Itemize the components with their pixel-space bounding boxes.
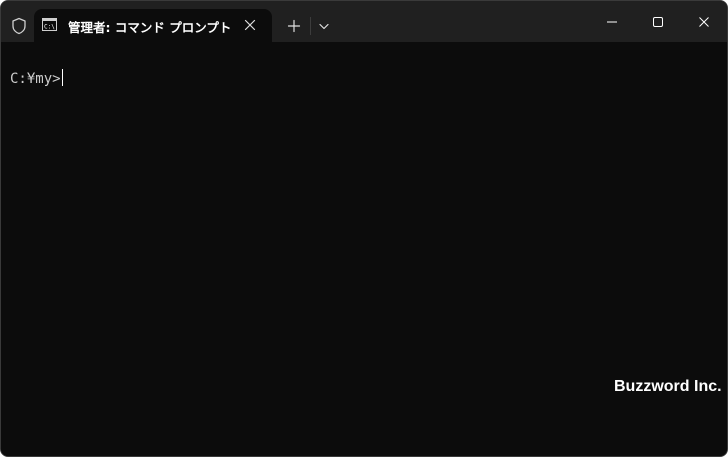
title-bar[interactable]: C:\ 管理者: コマンド プロンプト bbox=[1, 1, 727, 42]
svg-text:C:\: C:\ bbox=[44, 24, 55, 31]
minimize-icon bbox=[607, 21, 617, 23]
prompt-text: C:¥my> bbox=[10, 71, 61, 87]
close-icon bbox=[699, 17, 709, 27]
tab-command-prompt[interactable]: C:\ 管理者: コマンド プロンプト bbox=[34, 9, 272, 42]
shield-icon bbox=[10, 17, 28, 35]
maximize-button[interactable] bbox=[635, 1, 681, 42]
close-window-button[interactable] bbox=[681, 1, 727, 42]
chevron-down-icon[interactable] bbox=[314, 15, 334, 37]
terminal-window: C:\ 管理者: コマンド プロンプト C:¥my> Buzzword Inc. bbox=[0, 0, 728, 457]
maximize-icon bbox=[653, 17, 663, 27]
cmd-icon: C:\ bbox=[42, 18, 57, 31]
minimize-button[interactable] bbox=[589, 1, 635, 42]
close-icon[interactable] bbox=[240, 15, 260, 35]
text-cursor bbox=[61, 69, 63, 86]
plus-icon[interactable] bbox=[283, 15, 305, 37]
tab-title: 管理者: コマンド プロンプト bbox=[68, 20, 232, 35]
titlebar-divider bbox=[310, 17, 311, 35]
watermark: Buzzword Inc. bbox=[614, 378, 722, 395]
command-prompt-line[interactable]: C:¥my> bbox=[10, 69, 63, 87]
